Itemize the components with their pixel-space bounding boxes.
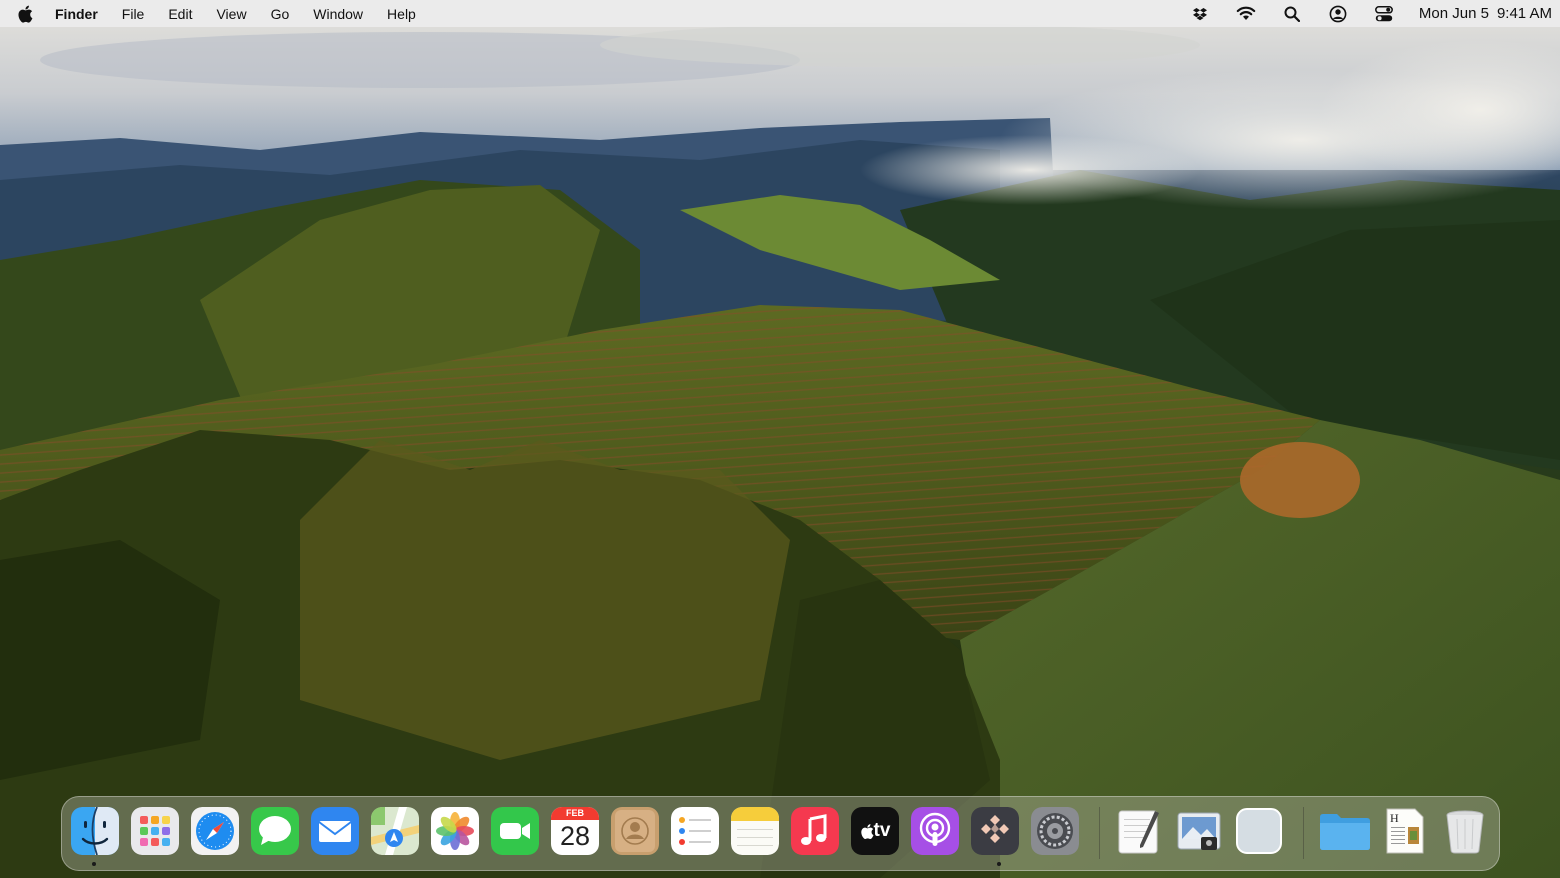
tv-label: tv: [873, 820, 891, 841]
menu-help[interactable]: Help: [387, 6, 416, 22]
dock-textedit[interactable]: [1115, 807, 1163, 855]
calendar-day: 28: [559, 821, 591, 851]
safari-icon: [191, 807, 239, 855]
svg-text:H: H: [1390, 811, 1399, 825]
dock-preview[interactable]: [1175, 807, 1223, 855]
search-icon[interactable]: [1281, 5, 1303, 23]
dock-facetime[interactable]: [491, 807, 539, 855]
clock-date: Mon Jun 5: [1418, 5, 1489, 22]
apple-menu-icon[interactable]: [17, 5, 33, 23]
maps-icon: [371, 807, 419, 855]
photos-icon: [431, 807, 479, 855]
dock-contacts[interactable]: [611, 807, 659, 855]
dock-maps[interactable]: [371, 807, 419, 855]
wifi-icon[interactable]: [1235, 5, 1257, 23]
preview-icon: [1177, 812, 1221, 850]
trash-icon: [1446, 810, 1484, 854]
facetime-icon: [491, 807, 539, 855]
dock-podcasts[interactable]: [911, 807, 959, 855]
diamond-app-icon: [971, 807, 1019, 855]
dock-finder[interactable]: [71, 807, 119, 855]
launchpad-icon: [131, 807, 179, 855]
control-center-icon[interactable]: [1373, 5, 1395, 23]
dock-blank-app[interactable]: [1235, 807, 1283, 855]
dock-messages[interactable]: [251, 807, 299, 855]
dropbox-icon[interactable]: [1189, 5, 1211, 23]
dock-divider: [1099, 807, 1100, 859]
dock-safari[interactable]: [191, 807, 239, 855]
podcasts-icon: [911, 807, 959, 855]
dock-photos[interactable]: [431, 807, 479, 855]
clock-time: 9:41 AM: [1496, 5, 1552, 22]
dock-folder[interactable]: [1317, 807, 1373, 855]
system-settings-icon: [1031, 807, 1079, 855]
menu-view[interactable]: View: [216, 6, 246, 22]
dock-system-settings[interactable]: [1031, 807, 1079, 855]
messages-icon: [251, 807, 299, 855]
menu-window[interactable]: Window: [313, 6, 363, 22]
dock-mail[interactable]: [311, 807, 359, 855]
mail-icon: [311, 807, 359, 855]
apple-logo-icon: [860, 823, 874, 839]
dock: FEB 28 tv H: [61, 796, 1500, 871]
dock-reminders[interactable]: [671, 807, 719, 855]
landscape-image: [0, 0, 1560, 878]
dock-music[interactable]: [791, 807, 839, 855]
textedit-icon: [1118, 810, 1159, 854]
dock-notes[interactable]: [731, 807, 779, 855]
desktop-wallpaper: [0, 0, 1560, 878]
dock-document[interactable]: H: [1381, 807, 1429, 855]
dock-launchpad[interactable]: [131, 807, 179, 855]
calendar-month: FEB: [551, 807, 599, 820]
menu-bar-clock[interactable]: Mon Jun 5 9:41 AM: [1419, 5, 1552, 22]
user-account-icon[interactable]: [1327, 5, 1349, 23]
music-icon: [791, 807, 839, 855]
document-icon: H: [1386, 808, 1424, 854]
folder-icon: [1320, 814, 1370, 850]
menu-app-finder[interactable]: Finder: [55, 6, 98, 22]
menu-edit[interactable]: Edit: [168, 6, 192, 22]
dock-trash[interactable]: [1441, 807, 1489, 855]
dock-calendar[interactable]: FEB 28: [551, 807, 599, 855]
blank-app-icon: [1236, 808, 1282, 854]
menu-go[interactable]: Go: [271, 6, 290, 22]
dock-diamond-app[interactable]: [971, 807, 1019, 855]
reminders-icon: [671, 807, 719, 855]
contacts-icon: [611, 807, 659, 855]
menu-bar-status-area: Mon Jun 5 9:41 AM: [1189, 0, 1552, 27]
running-indicator-finder: [92, 862, 96, 866]
finder-icon: [71, 807, 119, 855]
running-indicator-diamond-app: [997, 862, 1001, 866]
dock-divider-2: [1303, 807, 1304, 859]
menu-bar: Finder File Edit View Go Window Help Mon…: [0, 0, 1560, 27]
menu-file[interactable]: File: [122, 6, 145, 22]
dock-tv[interactable]: tv: [851, 807, 899, 855]
notes-icon: [731, 807, 779, 855]
